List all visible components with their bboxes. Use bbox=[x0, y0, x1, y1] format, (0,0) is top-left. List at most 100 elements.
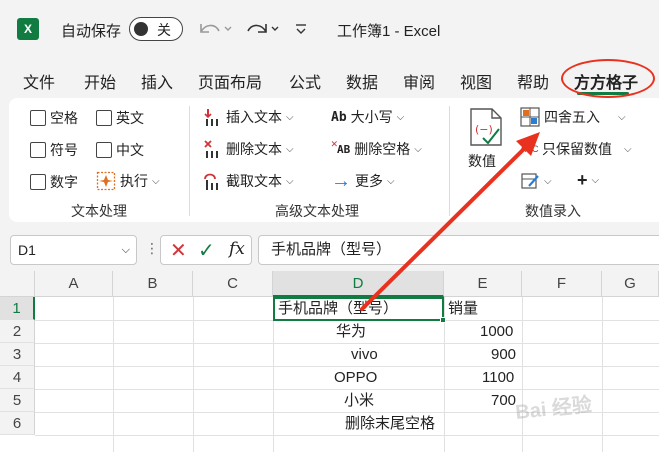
column-header-b[interactable]: B bbox=[113, 271, 193, 297]
active-cell-border bbox=[273, 297, 444, 321]
more-button[interactable]: → 更多 ⌵ bbox=[331, 171, 395, 191]
row-header-5[interactable]: 5 bbox=[0, 389, 35, 412]
group-separator bbox=[189, 106, 190, 216]
chevron-down-icon: ⌵ bbox=[286, 111, 294, 123]
checkbox-box[interactable] bbox=[96, 142, 112, 158]
insert-text-button[interactable]: 插入文本 ⌵ bbox=[202, 107, 294, 127]
cell-d4[interactable]: OPPO bbox=[334, 366, 377, 389]
checkbox-label: 符号 bbox=[50, 142, 78, 158]
formula-input[interactable]: 手机品牌（型号） bbox=[258, 235, 659, 265]
excel-logo-icon: X bbox=[17, 18, 39, 40]
tab-insert[interactable]: 插入 bbox=[141, 69, 173, 93]
round-button[interactable]: 四舍五入 ⌵ bbox=[520, 107, 626, 127]
cell-d3[interactable]: vivo bbox=[351, 343, 378, 366]
tab-help[interactable]: 帮助 bbox=[517, 69, 549, 93]
checkbox-chinese[interactable]: 中文 bbox=[96, 140, 144, 160]
group-label-advanced-text: 高级文本处理 bbox=[275, 203, 359, 219]
chevron-down-icon: ⌵ bbox=[286, 175, 294, 187]
cell-d6[interactable]: 删除末尾空格 bbox=[345, 412, 435, 435]
insert-function-icon[interactable]: fx bbox=[229, 239, 245, 259]
row-header-4[interactable]: 4 bbox=[0, 366, 35, 389]
tab-view[interactable]: 视图 bbox=[460, 69, 492, 93]
checkbox-label: 英文 bbox=[116, 110, 144, 126]
row-header-2[interactable]: 2 bbox=[0, 320, 35, 343]
cell-e1[interactable]: 销量 bbox=[448, 297, 478, 320]
title-bar: X 自动保存 关 工作簿1 - Excel bbox=[0, 0, 659, 58]
chevron-down-icon: ⌵ bbox=[414, 143, 422, 155]
execute-icon bbox=[96, 171, 116, 191]
checkbox-box[interactable] bbox=[30, 142, 46, 158]
autosave-toggle[interactable]: 关 bbox=[129, 17, 183, 41]
row-header-3[interactable]: 3 bbox=[0, 343, 35, 366]
column-header-a[interactable]: A bbox=[35, 271, 113, 297]
checkbox-box[interactable] bbox=[96, 110, 112, 126]
extract-text-button[interactable]: 截取文本 ⌵ bbox=[202, 171, 294, 191]
customize-toolbar-icon[interactable] bbox=[294, 22, 308, 36]
cell-e5[interactable]: 700 bbox=[491, 389, 516, 412]
cell-e2[interactable]: 1000 bbox=[480, 320, 513, 343]
chevron-down-icon[interactable]: ⌵ bbox=[122, 236, 130, 264]
checkbox-box[interactable] bbox=[30, 174, 46, 190]
execute-button[interactable]: 执行 ⌵ bbox=[96, 171, 160, 191]
highlight-ring bbox=[561, 59, 655, 98]
checkbox-number[interactable]: 数字 bbox=[30, 172, 78, 192]
insert-text-icon bbox=[204, 109, 218, 126]
keep-values-button[interactable]: ABC 只保留数值 ⌵ bbox=[520, 139, 632, 159]
checkbox-english[interactable]: 英文 bbox=[96, 108, 144, 128]
name-box[interactable]: D1 ⌵ bbox=[10, 235, 137, 265]
chevron-down-icon: ⌵ bbox=[618, 111, 626, 123]
checkbox-box[interactable] bbox=[30, 110, 46, 126]
add-button[interactable]: + ⌵ bbox=[577, 170, 599, 191]
chevron-down-icon: ⌵ bbox=[624, 143, 632, 155]
more-options-icon[interactable]: ⋮ bbox=[145, 240, 159, 257]
group-label-number-entry: 数值录入 bbox=[525, 203, 581, 219]
remove-spaces-button[interactable]: ✕ AB 删除空格 ⌵ bbox=[331, 137, 422, 159]
number-big-button[interactable]: (−) 数值 bbox=[468, 107, 504, 171]
chevron-down-icon: ⌵ bbox=[286, 143, 294, 155]
select-all-corner[interactable] bbox=[0, 271, 35, 297]
cancel-icon[interactable]: ✕ bbox=[170, 238, 187, 263]
cell-d2[interactable]: 华为 bbox=[336, 320, 366, 343]
remove-spaces-label: 删除空格 bbox=[354, 141, 411, 157]
undo-icon[interactable] bbox=[197, 18, 233, 40]
row-header-6[interactable]: 6 bbox=[0, 412, 35, 435]
column-header-c[interactable]: C bbox=[193, 271, 273, 297]
checkbox-space[interactable]: 空格 bbox=[30, 108, 78, 128]
tab-file[interactable]: 文件 bbox=[23, 69, 55, 93]
edit-format-button[interactable]: ⌵ bbox=[520, 171, 552, 191]
case-button[interactable]: Ab 大小写 ⌵ bbox=[331, 107, 404, 127]
edit-icon bbox=[521, 173, 539, 189]
extract-text-icon bbox=[204, 173, 218, 190]
checkbox-label: 数字 bbox=[50, 174, 78, 190]
checkbox-label: 中文 bbox=[116, 142, 144, 158]
svg-text:(−): (−) bbox=[475, 123, 493, 136]
row-header-1[interactable]: 1 bbox=[0, 297, 35, 320]
column-header-e[interactable]: E bbox=[444, 271, 522, 297]
tab-home[interactable]: 开始 bbox=[84, 69, 116, 93]
tab-review[interactable]: 审阅 bbox=[403, 69, 435, 93]
fill-handle[interactable] bbox=[440, 317, 446, 323]
cell-e3[interactable]: 900 bbox=[491, 343, 516, 366]
ribbon-panel: 空格 英文 符号 中文 数字 执行 ⌵ 文本处理 插入文本 ⌵ 删除文本 ⌵ 截… bbox=[9, 98, 659, 222]
tab-data[interactable]: 数据 bbox=[346, 69, 378, 93]
delete-text-button[interactable]: 删除文本 ⌵ bbox=[202, 139, 294, 159]
cell-e4[interactable]: 1100 bbox=[482, 366, 514, 389]
redo-icon[interactable] bbox=[246, 18, 282, 40]
checkmark-icon[interactable]: ✓ bbox=[198, 238, 215, 263]
column-header-d[interactable]: D bbox=[273, 271, 444, 297]
chevron-down-icon: ⌵ bbox=[396, 111, 405, 123]
column-header-f[interactable]: F bbox=[522, 271, 602, 297]
name-box-value: D1 bbox=[18, 242, 36, 258]
tab-formulas[interactable]: 公式 bbox=[289, 69, 321, 93]
arrow-right-icon: → bbox=[331, 170, 351, 192]
more-label: 更多 bbox=[355, 173, 383, 189]
delete-text-icon bbox=[204, 140, 218, 158]
case-icon: Ab bbox=[331, 109, 347, 125]
chevron-down-icon: ⌵ bbox=[152, 175, 160, 187]
cell-d5[interactable]: 小米 bbox=[344, 389, 374, 412]
column-header-g[interactable]: G bbox=[602, 271, 659, 297]
grid-line bbox=[35, 343, 659, 344]
checkbox-symbol[interactable]: 符号 bbox=[30, 140, 78, 160]
case-label: 大小写 bbox=[350, 109, 393, 125]
tab-page-layout[interactable]: 页面布局 bbox=[198, 69, 262, 93]
